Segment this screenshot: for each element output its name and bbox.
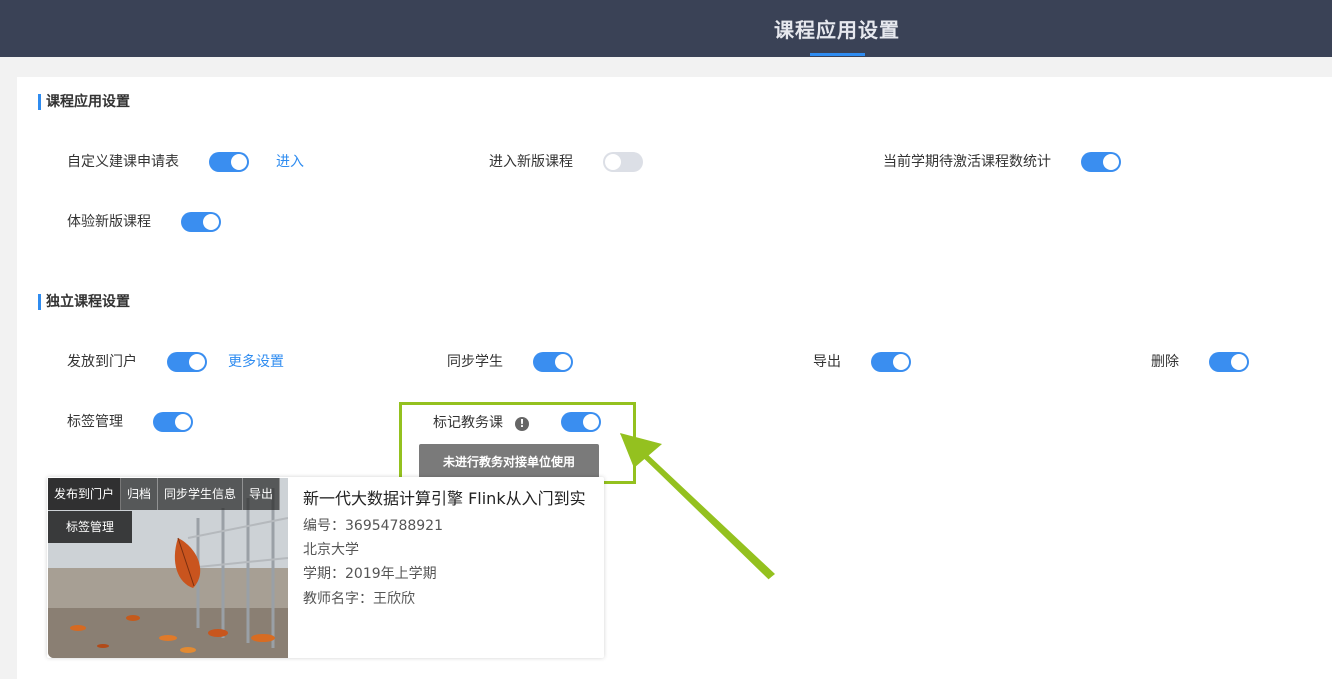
- toggle-try-new-course[interactable]: [181, 212, 221, 232]
- course-term: 学期：2019年上学期: [303, 566, 437, 582]
- label-delete: 删除: [1151, 354, 1179, 370]
- toggle-knob: [1103, 154, 1119, 170]
- course-action-bar: 发布到门户 归档 同步学生信息 导出: [48, 478, 281, 510]
- toggle-knob: [893, 354, 909, 370]
- toggle-knob: [175, 414, 191, 430]
- toggle-knob: [555, 354, 571, 370]
- toggle-mark-academic-course[interactable]: [561, 412, 601, 432]
- toggle-knob: [189, 354, 205, 370]
- label-sync-students: 同步学生: [447, 354, 503, 370]
- label-activate-course-stats: 当前学期待激活课程数统计: [883, 154, 1051, 170]
- label-mark-academic-course: 标记教务课: [433, 415, 503, 431]
- label-tag-management: 标签管理: [67, 414, 123, 430]
- tag-management-button[interactable]: 标签管理: [48, 511, 132, 543]
- active-tab-indicator: [810, 53, 865, 56]
- course-title[interactable]: 新一代大数据计算引擎 Flink从入门到实: [303, 485, 586, 509]
- toggle-sync-students[interactable]: [533, 352, 573, 372]
- label-try-new-course: 体验新版课程: [67, 214, 151, 230]
- toggle-export[interactable]: [871, 352, 911, 372]
- toggle-custom-course-form[interactable]: [209, 152, 249, 172]
- label-new-course-version: 进入新版课程: [489, 154, 573, 170]
- section-title-course-app: 课程应用设置: [38, 94, 130, 110]
- archive-button[interactable]: 归档: [121, 478, 159, 510]
- toggle-knob: [605, 154, 621, 170]
- toggle-activate-course-stats[interactable]: [1081, 152, 1121, 172]
- label-export: 导出: [813, 354, 841, 370]
- toggle-knob: [583, 414, 599, 430]
- toggle-knob: [231, 154, 247, 170]
- label-custom-course-form: 自定义建课申请表: [67, 154, 179, 170]
- exclamation-info-icon[interactable]: !: [515, 417, 529, 431]
- toggle-new-course-version[interactable]: [603, 152, 643, 172]
- toggle-publish-to-portal[interactable]: [167, 352, 207, 372]
- publish-to-portal-button[interactable]: 发布到门户: [48, 478, 122, 510]
- label-publish-to-portal: 发放到门户: [67, 354, 137, 370]
- link-enter[interactable]: 进入: [276, 152, 304, 172]
- export-button[interactable]: 导出: [243, 478, 281, 510]
- sync-student-info-button[interactable]: 同步学生信息: [158, 478, 244, 510]
- toggle-knob: [1231, 354, 1247, 370]
- toggle-tag-management[interactable]: [153, 412, 193, 432]
- toggle-knob: [203, 214, 219, 230]
- course-code: 编号：36954788921: [303, 518, 443, 534]
- toggle-delete[interactable]: [1209, 352, 1249, 372]
- course-school: 北京大学: [303, 542, 359, 558]
- academic-not-connected-button[interactable]: 未进行教务对接单位使用: [419, 444, 599, 480]
- section-title-standalone-course: 独立课程设置: [38, 294, 130, 310]
- course-teacher: 教师名字：王欣欣: [303, 591, 415, 607]
- top-bar: 课程应用设置: [0, 0, 1332, 57]
- page-title[interactable]: 课程应用设置: [762, 14, 912, 43]
- link-more-settings[interactable]: 更多设置: [228, 352, 284, 372]
